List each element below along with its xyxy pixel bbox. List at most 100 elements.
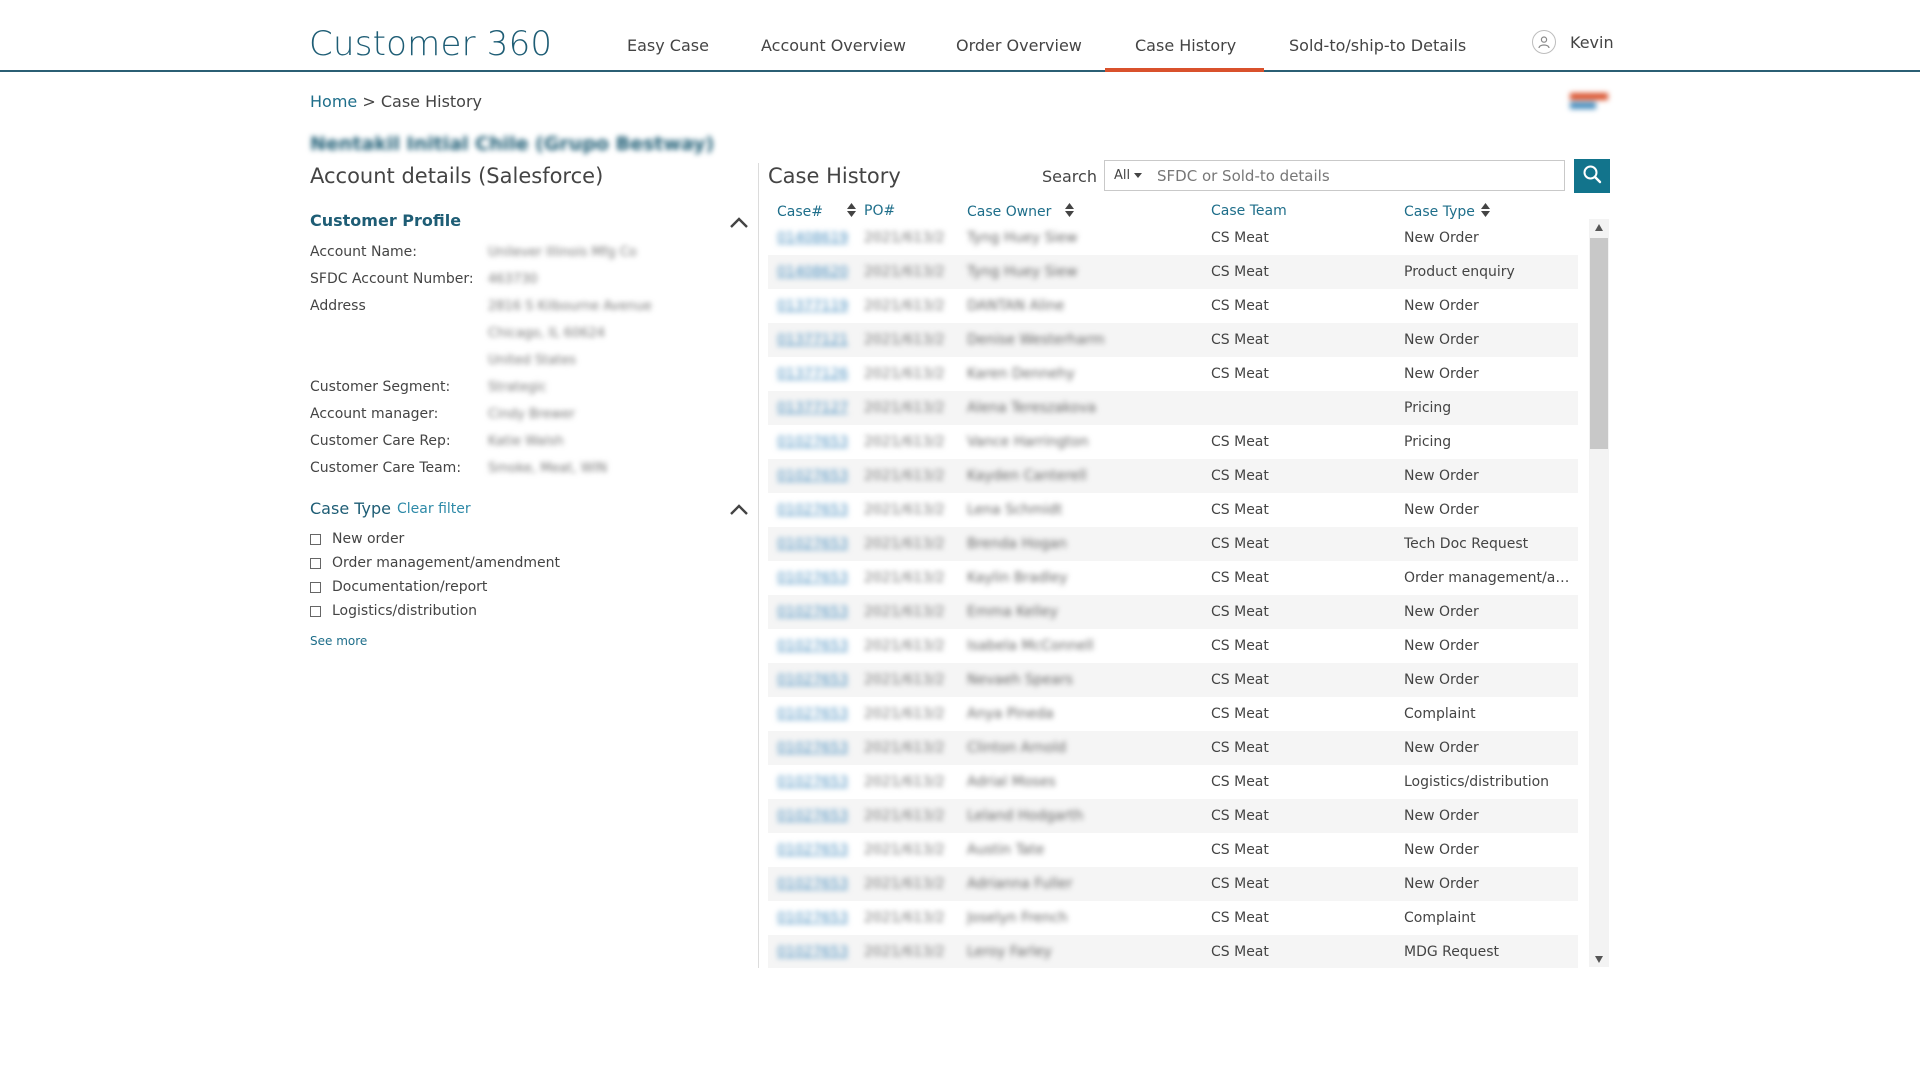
nav-easy-case[interactable]: Easy Case [627,36,709,55]
case-number-link[interactable]: 01377121 [777,332,848,348]
table-row[interactable]: 01377119 2021/613/2 DANTAN Aline CS Meat New… [768,289,1578,323]
case-number-link[interactable]: 01027653 [777,706,848,722]
column-header-case-number[interactable]: Case# [777,203,856,221]
scroll-thumb[interactable] [1590,238,1608,449]
checkbox[interactable] [310,581,321,593]
case-number-link[interactable]: 01027653 [777,910,848,926]
table-row[interactable]: 01027653 2021/613/2 Adrianna Fuller CS Meat… [768,867,1578,901]
table-row[interactable]: 01027653 2021/613/2 Emma Kelley CS Meat New … [768,595,1578,629]
table-row[interactable]: 01027653 2021/613/2 Vance Harrington CS Mea… [768,425,1578,459]
column-header-label: PO# [864,203,896,219]
column-header-case-type[interactable]: Case Type [1404,203,1490,221]
case-number-link[interactable]: 01027653 [777,944,848,960]
table-row[interactable]: 01027653 2021/613/2 Anya Pineda CS Meat Comp… [768,697,1578,731]
table-row[interactable]: 01027653 2021/613/2 Kayden Canterell CS Mea… [768,459,1578,493]
case-team: CS Meat [1211,672,1269,688]
case-team: CS Meat [1211,332,1269,348]
scroll-down-arrow-icon[interactable] [1589,951,1609,967]
case-number-link[interactable]: 01027653 [777,638,848,654]
po-number: 2021/613/2 [864,536,945,552]
case-owner: Lena Schmidt [967,502,1063,518]
collapse-profile-chevron-up-icon[interactable] [728,215,750,231]
case-number-link[interactable]: 01377127 [777,400,848,416]
table-row[interactable]: 01408620 2021/613/2 Tyng Huey Siew CS Meat P… [768,255,1578,289]
case-number-link[interactable]: 01027653 [777,876,848,892]
table-row[interactable]: 01027653 2021/613/2 Isabela McConnell CS Me… [768,629,1578,663]
case-type: New Order [1404,638,1479,654]
table-row[interactable]: 01377127 2021/613/2 Alena Tereszakova Prici… [768,391,1578,425]
table-row[interactable]: 01027653 2021/613/2 Brenda Hogan CS Meat Tec… [768,527,1578,561]
search-button[interactable] [1574,159,1610,193]
case-number-link[interactable]: 01027653 [777,502,848,518]
table-row[interactable]: 01377126 2021/613/2 Karen Dennehy CS Meat Ne… [768,357,1578,391]
case-number-link[interactable]: 01027653 [777,604,848,620]
case-owner: Leland Hodgarth [967,808,1084,824]
clear-filter-link[interactable]: Clear filter [397,501,471,517]
case-number-link[interactable]: 01027653 [777,740,848,756]
po-number: 2021/613/2 [864,332,945,348]
case-number-link[interactable]: 01377119 [777,298,848,314]
case-number-link[interactable]: 01027653 [777,672,848,688]
sort-icon[interactable] [847,203,856,221]
table-row[interactable]: 01377121 2021/613/2 Denise Westerharm CS Me… [768,323,1578,357]
case-number-link[interactable]: 01027653 [777,536,848,552]
nav-sold-to-ship-to-details[interactable]: Sold-to/ship-to Details [1289,36,1466,55]
case-type: New Order [1404,808,1479,824]
search-input[interactable] [1157,161,1557,190]
checkbox[interactable] [310,533,321,545]
checkbox[interactable] [310,605,321,617]
po-number: 2021/613/2 [864,570,945,586]
table-row[interactable]: 01027653 2021/613/2 Leland Hodgarth CS Meat… [768,799,1578,833]
case-number-link[interactable]: 01027653 [777,468,848,484]
case-owner: Kayden Canterell [967,468,1087,484]
po-number: 2021/613/2 [864,502,945,518]
filter-option-order-management[interactable]: Order management/amendment [310,555,560,571]
case-owner: Anya Pineda [967,706,1054,722]
scroll-up-arrow-icon[interactable] [1589,219,1609,235]
table-row[interactable]: 01027653 2021/613/2 Joselyn French CS Meat C… [768,901,1578,935]
case-number-link[interactable]: 01027653 [777,774,848,790]
case-number-link[interactable]: 01408620 [777,264,848,280]
breadcrumb-home[interactable]: Home [310,92,357,111]
sort-icon[interactable] [1065,203,1075,221]
user-menu[interactable]: Kevin [1532,30,1614,54]
search-scope-dropdown[interactable]: All [1114,168,1143,183]
table-row[interactable]: 01027653 2021/613/2 Kaylin Bradley CS Meat O… [768,561,1578,595]
case-number-link[interactable]: 01377126 [777,366,848,382]
table-row[interactable]: 01027653 2021/613/2 Austin Tate CS Meat New … [768,833,1578,867]
table-row[interactable]: 01408619 2021/613/2 Tyng Huey Siew CS Meat N… [768,221,1578,255]
case-type: Product enquiry [1404,264,1515,280]
filter-option-documentation[interactable]: Documentation/report [310,579,487,595]
table-row[interactable]: 01027653 2021/613/2 Lena Schmidt CS Meat New… [768,493,1578,527]
nav-order-overview[interactable]: Order Overview [956,36,1082,55]
checkbox[interactable] [310,557,321,569]
case-number-link[interactable]: 01027653 [777,434,848,450]
case-number-link[interactable]: 01027653 [777,570,848,586]
sort-icon[interactable] [1480,203,1490,221]
table-row[interactable]: 01027653 2021/613/2 Nevaeh Spears CS Meat Ne… [768,663,1578,697]
case-number-link[interactable]: 01027653 [777,808,848,824]
collapse-case-type-chevron-up-icon[interactable] [728,502,750,518]
column-header-case-team[interactable]: Case Team [1211,203,1287,219]
po-number: 2021/613/2 [864,468,945,484]
table-row[interactable]: 01027653 2021/613/2 Leroy Farley CS Meat MDG… [768,935,1578,968]
nav-case-history[interactable]: Case History [1104,36,1265,72]
column-header-case-owner[interactable]: Case Owner [967,203,1075,221]
table-row[interactable]: 01027653 2021/613/2 Clinton Arnold CS Meat N… [768,731,1578,765]
case-team: CS Meat [1211,774,1269,790]
filter-option-new-order[interactable]: New order [310,531,404,547]
table-scrollbar[interactable] [1589,219,1609,967]
case-team: CS Meat [1211,264,1269,280]
see-more-link[interactable]: See more [310,634,367,648]
case-type: Pricing [1404,434,1452,450]
po-number: 2021/613/2 [864,706,945,722]
filter-option-label: New order [332,531,405,547]
table-row[interactable]: 01027653 2021/613/2 Adrial Moses CS Meat Log… [768,765,1578,799]
filter-option-logistics[interactable]: Logistics/distribution [310,603,477,619]
case-owner: Karen Dennehy [967,366,1075,382]
column-header-po-number[interactable]: PO# [864,203,895,219]
case-number-link[interactable]: 01408619 [777,230,848,246]
case-team: CS Meat [1211,502,1269,518]
case-number-link[interactable]: 01027653 [777,842,848,858]
nav-account-overview[interactable]: Account Overview [761,36,906,55]
